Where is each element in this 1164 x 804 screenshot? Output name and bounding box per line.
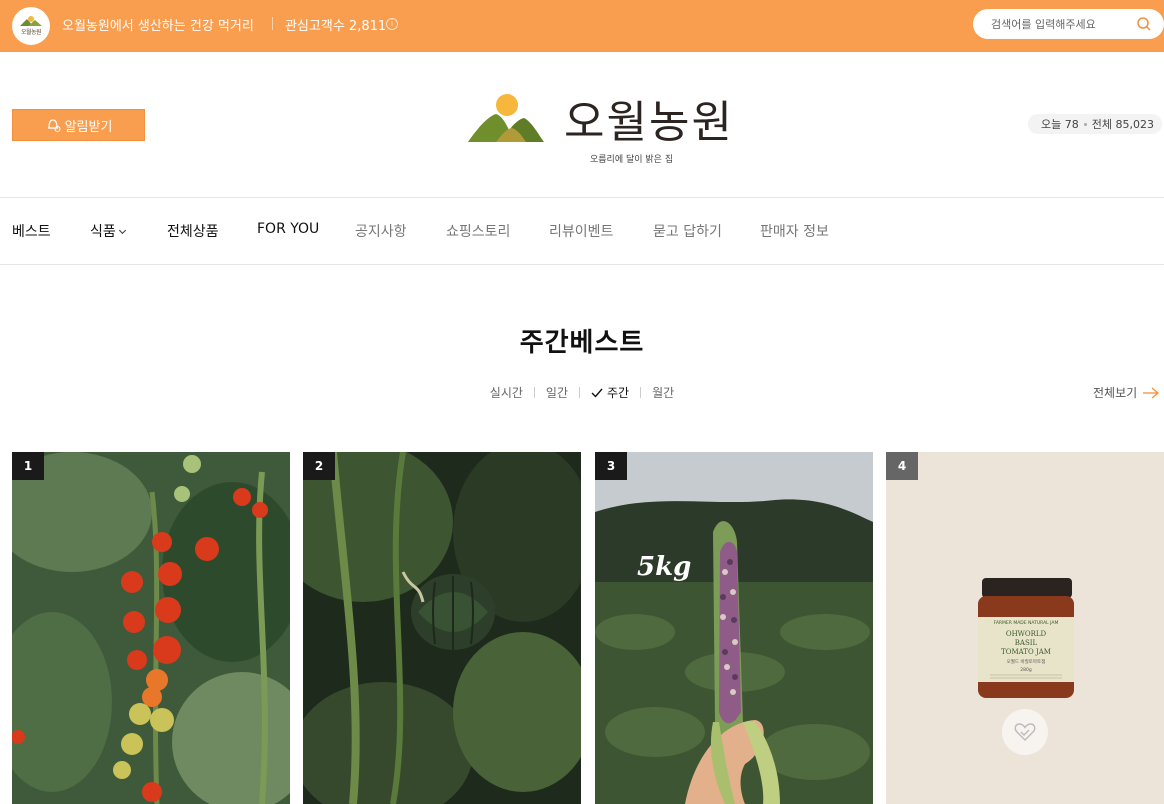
nav-item-review-event[interactable]: 리뷰이벤트 [549, 221, 613, 241]
nav-item-qna[interactable]: 묻고 답하기 [653, 221, 722, 241]
notify-button[interactable]: 알림받기 [12, 109, 145, 141]
heart-icon [1014, 723, 1036, 741]
tab-weekly[interactable]: 주간 [591, 384, 629, 401]
product-card[interactable]: 4 FARMER MADE NATURAL JAM OHWORLD BASIL … [886, 452, 1164, 804]
search-input[interactable] [991, 15, 1131, 33]
see-all-label: 전체보기 [1093, 386, 1138, 400]
store-logo[interactable]: 오월농원 [12, 7, 50, 45]
nav-item-food[interactable]: 식품 [90, 221, 126, 241]
nav-item-shopping-story[interactable]: 쇼핑스토리 [446, 221, 510, 241]
rank-badge: 1 [12, 452, 44, 480]
nav-item-all-products[interactable]: 전체상품 [167, 221, 219, 241]
mountain-logo-icon [20, 16, 42, 26]
top-bar: 오월농원 오월농원에서 생산하는 건강 먹거리 관심고객수 2,811 i [0, 0, 1164, 52]
product-card[interactable]: 2 [303, 452, 581, 804]
divider [640, 387, 642, 398]
mountain-logo-icon [468, 94, 544, 142]
visitor-count: 오늘 78 전체 85,023 [1028, 114, 1162, 134]
divider [533, 387, 535, 398]
rank-badge: 4 [886, 452, 918, 480]
jar-brand: FARMER MADE NATURAL JAM [994, 620, 1059, 626]
nav-item-for-you[interactable]: FOR YOU [257, 221, 319, 237]
nav-item-label: 식품 [90, 224, 116, 240]
see-all-link[interactable]: 전체보기 [1093, 384, 1160, 401]
info-icon[interactable]: i [386, 18, 398, 30]
visit-today: 오늘 78 [1041, 118, 1079, 131]
tab-daily[interactable]: 일간 [546, 384, 568, 401]
store-logo-text: 오월농원 [20, 29, 42, 36]
brand-name: 오월농원 [564, 97, 734, 148]
purple-corn-image: 5kg [595, 452, 873, 804]
favorite-count: 관심고객수 2,811 [285, 19, 387, 34]
wishlist-button[interactable] [1002, 709, 1048, 755]
chevron-down-icon [118, 226, 126, 235]
notify-label: 알림받기 [64, 119, 113, 135]
nav-item-notice[interactable]: 공지사항 [355, 221, 407, 241]
product-card[interactable]: 3 5kg [595, 452, 873, 804]
rank-badge: 2 [303, 452, 335, 480]
bell-icon [47, 119, 61, 132]
brand-logo[interactable]: 오월농원 오름리에 달이 밝은 집 [466, 82, 732, 172]
dot-separator [1083, 122, 1087, 126]
jar-line-1: OHWORLD [1006, 630, 1047, 638]
section-title: 주간베스트 [519, 328, 645, 358]
rank-badge: 3 [595, 452, 627, 480]
search-icon[interactable] [1136, 16, 1152, 32]
weight-label: 5kg [637, 552, 691, 582]
store-header: 알림받기 오월농원 오름리에 달이 밝은 집 오늘 78 전체 85,023 [0, 52, 1164, 198]
brand-tagline: 오름리에 달이 밝은 집 [590, 155, 674, 165]
tab-realtime[interactable]: 실시간 [490, 384, 523, 401]
tab-monthly[interactable]: 월간 [652, 384, 674, 401]
divider [272, 17, 273, 30]
visit-total: 전체 85,023 [1091, 118, 1154, 131]
jar-korean: 오월드 바질토마토잼 [1007, 658, 1046, 665]
nav-item-best[interactable]: 베스트 [12, 221, 51, 241]
store-description: 오월농원에서 생산하는 건강 먹거리 [62, 19, 254, 34]
cherry-tomato-vine-image [12, 452, 290, 804]
period-tabs: 실시간 일간 주간 월간 [0, 384, 1164, 401]
jar-line-2: BASIL [1015, 639, 1038, 647]
arrow-right-icon [1143, 387, 1160, 398]
jar-weight: 280g [1020, 667, 1032, 673]
squash-vine-image [303, 452, 581, 804]
check-icon [591, 388, 603, 398]
divider [579, 387, 581, 398]
nav-item-seller-info[interactable]: 판매자 정보 [760, 221, 829, 241]
jar-line-3: TOMATO JAM [1001, 648, 1051, 656]
search-box [973, 9, 1164, 39]
product-card[interactable]: 1 [12, 452, 290, 804]
tab-label: 주간 [607, 386, 630, 400]
category-nav: 베스트 식품 전체상품 FOR YOU 공지사항 쇼핑스토리 리뷰이벤트 묻고 … [0, 199, 1164, 265]
